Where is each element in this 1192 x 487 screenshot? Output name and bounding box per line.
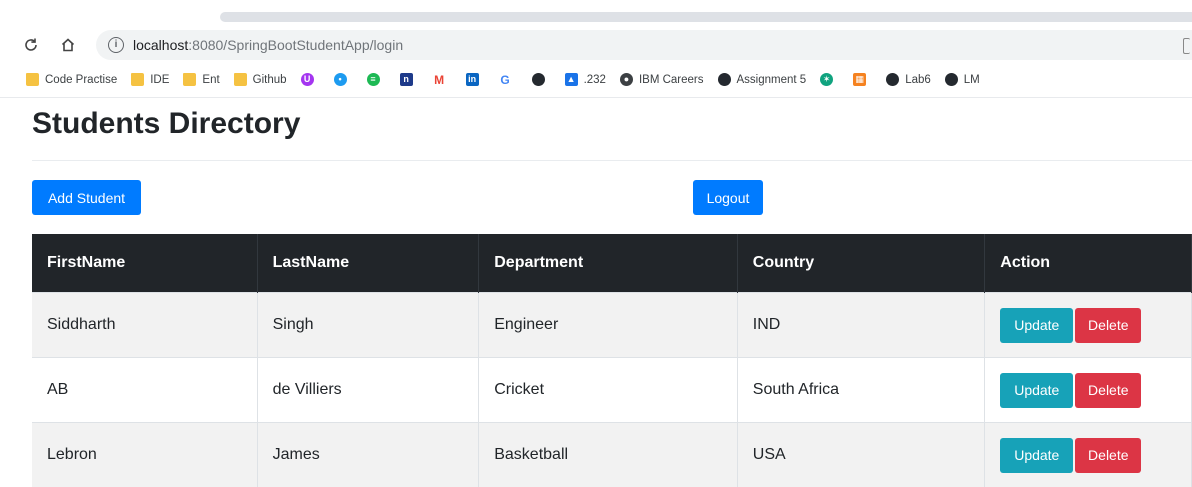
table-row: SiddharthSinghEngineerINDUpdateDelete [32,293,1192,358]
bookmark-label: LM [964,74,980,86]
bookmark-item[interactable]: Code Practise [26,73,117,86]
bookmarks-bar: Code Practise IDE Ent Github U • ≡ n Min G ▲ .232 ● I… [0,62,1192,98]
bookmark-item[interactable]: ✶ [820,73,839,86]
add-student-button[interactable]: Add Student [32,180,141,215]
bookmark-item[interactable]: n [400,73,419,86]
cell-firstname: Siddharth [32,293,257,358]
table-row: LebronJamesBasketballUSAUpdateDelete [32,423,1192,487]
folder-icon [26,73,39,86]
folder-icon [131,73,144,86]
google-icon: G [499,73,512,86]
url-path: :8080/SpringBootStudentApp/login [188,37,403,53]
github-icon [945,73,958,86]
address-url[interactable]: localhost:8080/SpringBootStudentApp/logi… [133,37,403,53]
cell-department: Engineer [479,293,738,358]
bookmark-item[interactable]: ▦ [853,73,872,86]
title-divider [32,160,1192,161]
table-row: ABde VilliersCricketSouth AfricaUpdateDe… [32,358,1192,423]
bookmark-label: Github [253,74,287,86]
bookmark-label: Lab6 [905,74,931,86]
tab-strip-bar [220,12,1192,22]
home-icon[interactable] [55,32,81,58]
bookmark-item[interactable]: IDE [131,73,169,86]
bookmark-item[interactable]: LM [945,73,980,86]
bookmark-item[interactable]: ● IBM Careers [620,73,704,86]
bookmark-item[interactable]: Assignment 5 [718,73,807,86]
navigation-bar: i localhost:8080/SpringBootStudentApp/lo… [0,28,1192,62]
update-button[interactable]: Update [1000,438,1073,473]
cell-action: UpdateDelete [985,358,1192,423]
cell-lastname: Singh [257,293,479,358]
naukri-icon: n [400,73,413,86]
github-icon [718,73,731,86]
globe-icon: ● [620,73,633,86]
bookmark-item[interactable]: in [466,73,485,86]
bookmark-item[interactable]: G [499,73,518,86]
header-country: Country [737,234,985,293]
app-icon: ▲ [565,73,578,86]
bookmark-item[interactable]: Lab6 [886,73,931,86]
twitter-icon: • [334,73,347,86]
header-action: Action [985,234,1192,293]
update-button[interactable]: Update [1000,308,1073,343]
grid-app-icon: ▦ [853,73,866,86]
url-host: localhost [133,37,188,53]
bookmark-item[interactable]: M [433,73,452,86]
header-lastname: LastName [257,234,479,293]
students-table: FirstName LastName Department Country Ac… [32,234,1192,487]
bookmark-item[interactable]: • [334,73,353,86]
bookmark-item[interactable]: Github [234,73,287,86]
cell-country: USA [737,423,985,487]
spotify-icon: ≡ [367,73,380,86]
bookmark-item[interactable] [532,73,551,86]
cell-action: UpdateDelete [985,423,1192,487]
update-button[interactable]: Update [1000,373,1073,408]
bookmark-item[interactable]: Ent [183,73,219,86]
folder-icon [234,73,247,86]
udemy-icon: U [301,73,314,86]
bookmark-label: IBM Careers [639,74,704,86]
gmail-icon: M [433,73,446,86]
bookmark-label: IDE [150,74,169,86]
bookmark-item[interactable]: ≡ [367,73,386,86]
cell-action: UpdateDelete [985,293,1192,358]
side-panel-icon[interactable] [1183,38,1190,54]
chatgpt-icon: ✶ [820,73,833,86]
delete-button[interactable]: Delete [1075,438,1141,473]
bookmark-item[interactable]: ▲ .232 [565,73,606,86]
cell-country: South Africa [737,358,985,423]
cell-department: Basketball [479,423,738,487]
cell-firstname: Lebron [32,423,257,487]
bookmark-label: Assignment 5 [737,74,807,86]
delete-button[interactable]: Delete [1075,373,1141,408]
tab-strip [0,0,1192,28]
github-icon [532,73,545,86]
site-info-icon[interactable]: i [108,37,124,53]
header-department: Department [479,234,738,293]
cell-country: IND [737,293,985,358]
delete-button[interactable]: Delete [1075,308,1141,343]
header-firstname: FirstName [32,234,257,293]
bookmark-label: Code Practise [45,74,117,86]
page-title: Students Directory [32,104,300,144]
cell-firstname: AB [32,358,257,423]
logout-button[interactable]: Logout [693,180,763,215]
table-header-row: FirstName LastName Department Country Ac… [32,234,1192,293]
cell-lastname: James [257,423,479,487]
address-bar[interactable]: i localhost:8080/SpringBootStudentApp/lo… [96,30,1192,60]
reload-icon[interactable] [18,32,44,58]
bookmark-label: .232 [584,74,606,86]
linkedin-icon: in [466,73,479,86]
cell-lastname: de Villiers [257,358,479,423]
github-icon [886,73,899,86]
bookmark-item[interactable]: U [301,73,320,86]
bookmark-label: Ent [202,74,219,86]
folder-icon [183,73,196,86]
cell-department: Cricket [479,358,738,423]
